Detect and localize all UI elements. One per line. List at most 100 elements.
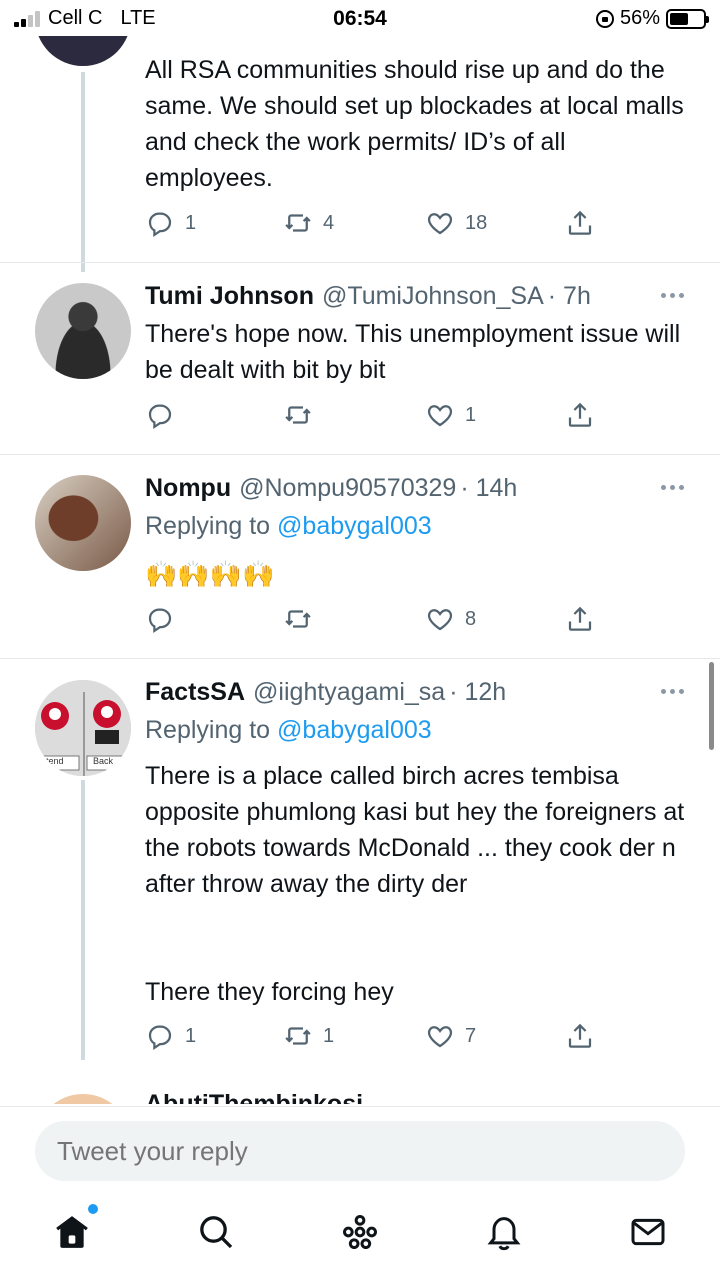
tweet-text: All RSA communities should rise up and d… [145,56,684,192]
like-count: 18 [465,211,488,234]
avatar-label-left: ntend [41,756,64,766]
more-icon[interactable] [661,293,684,298]
thread-line [81,72,85,272]
scrollbar[interactable] [709,662,714,750]
tab-messages[interactable] [628,1212,668,1252]
reply-button[interactable] [145,400,185,430]
tweet-header: AbutiThembinkosi [145,1090,371,1104]
replying-to: Replying to @babygal003 [145,512,432,541]
avatar[interactable] [35,283,131,379]
more-icon[interactable] [661,689,684,694]
tweet-text: 🙌🙌🙌🙌 [145,556,695,593]
like-count: 1 [465,403,477,426]
more-icon[interactable] [661,485,684,490]
share-icon [568,402,592,427]
reply-button[interactable]: 1 [145,208,196,238]
search-icon [200,1216,233,1249]
thread-line [81,780,85,1060]
tweet-time: · 7h [547,282,591,310]
tweet-text: There is a place called birch acres temb… [145,762,685,898]
retweet-icon [285,1027,311,1045]
share-icon [568,606,592,631]
tweet-actions: 8 [145,604,605,634]
share-button[interactable] [565,1021,595,1051]
tweet-time: · 14h [460,474,518,502]
like-button[interactable]: 18 [425,208,487,238]
like-button[interactable]: 1 [425,400,476,430]
like-button[interactable]: 7 [425,1021,476,1051]
retweet-button[interactable]: 1 [283,1021,334,1051]
like-icon [427,213,453,235]
retweet-button[interactable] [283,400,323,430]
reply-icon [148,212,172,237]
author-handle[interactable]: @Nompu90570329 [239,474,456,503]
author-name[interactable]: FactsSA [145,678,245,707]
replying-to-label: Replying to [145,716,271,744]
author-name[interactable]: Tumi Johnson [145,282,314,311]
tab-search[interactable] [196,1212,236,1252]
reply-count: 1 [185,211,197,234]
retweet-icon [285,214,311,232]
author-name[interactable]: AbutiThembinkosi [145,1090,363,1104]
messages-icon [631,1218,665,1246]
like-icon [427,405,453,427]
replying-to: Replying to @babygal003 [145,716,432,745]
like-count: 7 [465,1024,477,1047]
like-button[interactable]: 8 [425,604,476,634]
retweet-count: 4 [323,211,335,234]
retweet-button[interactable] [283,604,323,634]
tweet-text: There's hope now. This unemployment issu… [145,320,681,384]
reply-icon [148,608,172,633]
share-icon [568,1023,592,1048]
share-icon [568,210,592,235]
reply-icon [148,1025,172,1050]
bottom-tab-bar [0,1196,720,1280]
author-name[interactable]: Nompu [145,474,231,503]
avatar[interactable] [35,475,131,571]
retweet-button[interactable]: 4 [283,208,334,238]
divider [0,658,720,659]
tweet-header: Nompu @Nompu90570329 · 14h [145,474,517,503]
home-icon [56,1216,88,1248]
tab-spaces[interactable] [340,1212,380,1252]
reply-icon [148,404,172,429]
like-count: 8 [465,607,477,630]
like-icon [427,1026,453,1048]
battery-icon [666,8,709,29]
replying-to-link[interactable]: @babygal003 [277,512,432,540]
reply-composer [0,1106,720,1190]
replying-to-link[interactable]: @babygal003 [277,716,432,744]
reply-button[interactable]: 1 [145,1021,196,1051]
reply-button[interactable] [145,604,185,634]
tab-home[interactable] [52,1204,98,1252]
new-content-dot [88,1204,98,1214]
battery-percent: 56% [619,7,660,29]
raised-hands-emoji: 🙌🙌🙌🙌 [145,559,275,589]
avatar[interactable] [35,1094,131,1104]
divider [0,262,720,263]
replying-to-label: Replying to [145,512,271,540]
reply-count: 1 [185,1024,197,1047]
reply-feed[interactable]: All RSA communities should rise up and d… [0,0,720,1104]
tweet-time: · 12h [449,678,507,706]
retweet-count: 1 [323,1024,335,1047]
tweet-actions: 1 [145,400,605,430]
tweet-header: FactsSA @iightyagami_sa · 12h [145,678,506,707]
retweet-icon [285,610,311,628]
tweet-actions: 1 4 18 [145,208,605,238]
tweet-actions: 1 1 7 [145,1021,605,1051]
tweet-text-paragraph: There they forcing hey [145,978,394,1006]
like-icon [427,609,453,631]
author-handle[interactable]: @iightyagami_sa [253,678,445,707]
share-button[interactable] [565,208,595,238]
share-button[interactable] [565,400,595,430]
tab-notifications[interactable] [484,1212,524,1252]
avatar[interactable]: ntend Back [35,680,131,776]
reply-input[interactable] [35,1121,685,1181]
author-handle[interactable]: @TumiJohnson_SA [322,282,544,311]
notifications-icon [487,1217,521,1251]
retweet-icon [285,406,311,424]
divider [0,454,720,455]
share-button[interactable] [565,604,595,634]
avatar-label-right: Back [93,756,114,766]
